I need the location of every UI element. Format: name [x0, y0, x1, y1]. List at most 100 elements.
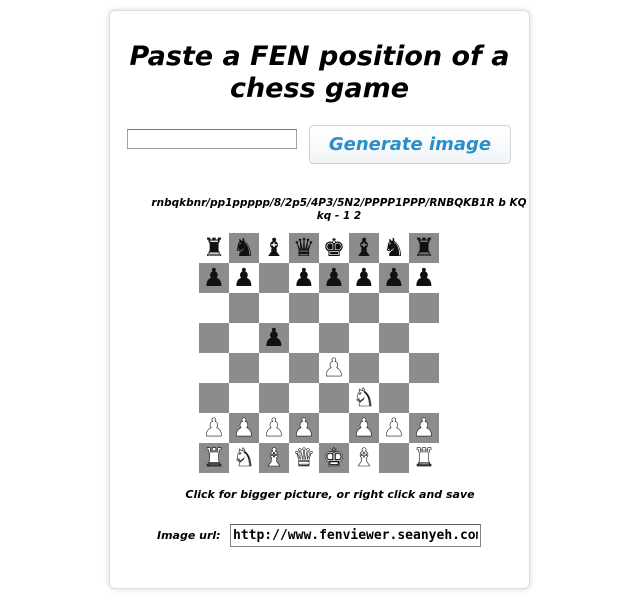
board-caption: Click for bigger picture, or right click…	[185, 488, 475, 501]
square-b3	[229, 383, 259, 413]
main-card: Paste a FEN position of a chess game Gen…	[109, 10, 530, 589]
black-pawn-icon: ♟	[322, 263, 346, 292]
white-pawn-icon: ♟	[262, 413, 286, 443]
square-h2: ♟	[409, 413, 439, 443]
black-knight-icon: ♞	[232, 233, 256, 262]
square-e6	[319, 293, 349, 323]
square-f3: ♞	[349, 383, 379, 413]
black-pawn-icon: ♟	[232, 263, 256, 292]
square-a7: ♟	[199, 263, 229, 293]
square-c6	[259, 293, 289, 323]
square-h1: ♜	[409, 443, 439, 473]
white-bishop-icon: ♝	[262, 443, 286, 473]
chess-board-image[interactable]: ♜ ♞ ♝ ♛ ♚ ♝ ♞ ♜ ♟ ♟ ♟ ♟ ♟ ♟ ♟ ♟ ♟ ♞ ♟ ♟ ♟ ♟ ♟ ♟ ♟ ♜ ♞ ♝ ♛ ♚ ♝ ♜	[199, 233, 439, 473]
square-h8: ♜	[409, 233, 439, 263]
square-g7: ♟	[379, 263, 409, 293]
square-c3	[259, 383, 289, 413]
fen-string: rnbqkbnr/pp1ppppp/8/2p5/4P3/5N2/PPPP1PPP…	[151, 197, 527, 222]
square-b6	[229, 293, 259, 323]
white-pawn-icon: ♟	[202, 413, 226, 443]
square-f6	[349, 293, 379, 323]
square-d5	[289, 323, 319, 353]
square-a3	[199, 383, 229, 413]
black-king-icon: ♚	[322, 233, 346, 262]
white-bishop-icon: ♝	[352, 443, 376, 473]
square-d1: ♛	[289, 443, 319, 473]
square-a8: ♜	[199, 233, 229, 263]
square-a6	[199, 293, 229, 323]
white-king-icon: ♚	[322, 443, 346, 473]
square-h5	[409, 323, 439, 353]
square-a4	[199, 353, 229, 383]
square-e1: ♚	[319, 443, 349, 473]
black-rook-icon: ♜	[412, 233, 436, 262]
square-h6	[409, 293, 439, 323]
black-bishop-icon: ♝	[352, 233, 376, 262]
square-c2: ♟	[259, 413, 289, 443]
black-pawn-icon: ♟	[202, 263, 226, 292]
square-b2: ♟	[229, 413, 259, 443]
square-e7: ♟	[319, 263, 349, 293]
square-b5	[229, 323, 259, 353]
white-rook-icon: ♜	[202, 443, 226, 473]
square-e2	[319, 413, 349, 443]
square-c4	[259, 353, 289, 383]
white-pawn-icon: ♟	[382, 413, 406, 443]
black-pawn-icon: ♟	[262, 323, 286, 352]
square-d8: ♛	[289, 233, 319, 263]
square-g6	[379, 293, 409, 323]
square-g3	[379, 383, 409, 413]
square-f7: ♟	[349, 263, 379, 293]
square-c8: ♝	[259, 233, 289, 263]
square-b8: ♞	[229, 233, 259, 263]
square-f5	[349, 323, 379, 353]
square-h4	[409, 353, 439, 383]
image-url-field[interactable]	[230, 524, 481, 547]
image-url-label: Image url:	[157, 529, 221, 542]
square-f2: ♟	[349, 413, 379, 443]
black-pawn-icon: ♟	[412, 263, 436, 292]
square-c7	[259, 263, 289, 293]
square-a1: ♜	[199, 443, 229, 473]
fen-input[interactable]	[127, 129, 297, 149]
square-f8: ♝	[349, 233, 379, 263]
square-g5	[379, 323, 409, 353]
square-g2: ♟	[379, 413, 409, 443]
white-pawn-icon: ♟	[232, 413, 256, 443]
square-a2: ♟	[199, 413, 229, 443]
square-e8: ♚	[319, 233, 349, 263]
square-c5: ♟	[259, 323, 289, 353]
white-pawn-icon: ♟	[322, 353, 346, 383]
white-pawn-icon: ♟	[292, 413, 316, 443]
white-pawn-icon: ♟	[352, 413, 376, 443]
black-rook-icon: ♜	[202, 233, 226, 262]
page-title: Paste a FEN position of a chess game	[129, 41, 510, 104]
square-d4	[289, 353, 319, 383]
square-h3	[409, 383, 439, 413]
square-g8: ♞	[379, 233, 409, 263]
black-pawn-icon: ♟	[352, 263, 376, 292]
square-d3	[289, 383, 319, 413]
white-knight-icon: ♞	[232, 443, 256, 473]
square-f1: ♝	[349, 443, 379, 473]
square-f4	[349, 353, 379, 383]
black-pawn-icon: ♟	[292, 263, 316, 292]
white-queen-icon: ♛	[292, 443, 316, 473]
square-g1	[379, 443, 409, 473]
black-bishop-icon: ♝	[262, 233, 286, 262]
black-knight-icon: ♞	[382, 233, 406, 262]
square-c1: ♝	[259, 443, 289, 473]
black-queen-icon: ♛	[292, 233, 316, 262]
square-e5	[319, 323, 349, 353]
square-d7: ♟	[289, 263, 319, 293]
square-d2: ♟	[289, 413, 319, 443]
black-pawn-icon: ♟	[382, 263, 406, 292]
white-rook-icon: ♜	[412, 443, 436, 473]
square-d6	[289, 293, 319, 323]
generate-image-button[interactable]: Generate image	[309, 125, 511, 164]
square-g4	[379, 353, 409, 383]
square-e3	[319, 383, 349, 413]
square-b4	[229, 353, 259, 383]
white-knight-icon: ♞	[352, 383, 376, 413]
square-a5	[199, 323, 229, 353]
